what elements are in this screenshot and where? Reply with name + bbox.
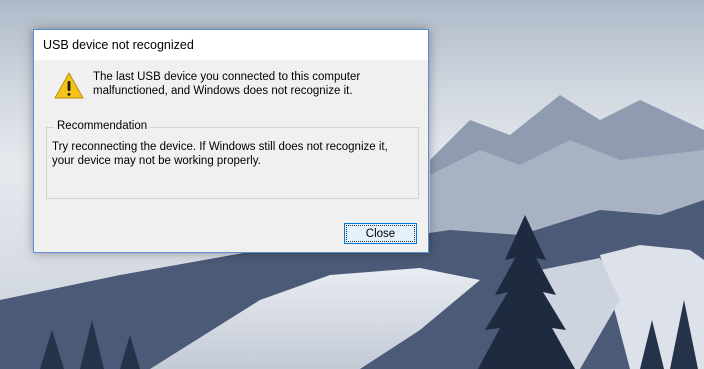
dialog-titlebar[interactable]: USB device not recognized: [34, 30, 428, 60]
recommendation-legend: Recommendation: [54, 120, 151, 132]
dialog-title: USB device not recognized: [43, 38, 194, 52]
recommendation-text: Try reconnecting the device. If Windows …: [52, 141, 388, 167]
recommendation-group: Recommendation Try reconnecting the devi…: [46, 120, 419, 199]
error-message: The last USB device you connected to thi…: [93, 71, 361, 97]
usb-error-dialog: USB device not recognized The last USB d…: [33, 29, 429, 253]
warning-icon: [54, 72, 84, 99]
close-button[interactable]: Close: [344, 223, 417, 244]
